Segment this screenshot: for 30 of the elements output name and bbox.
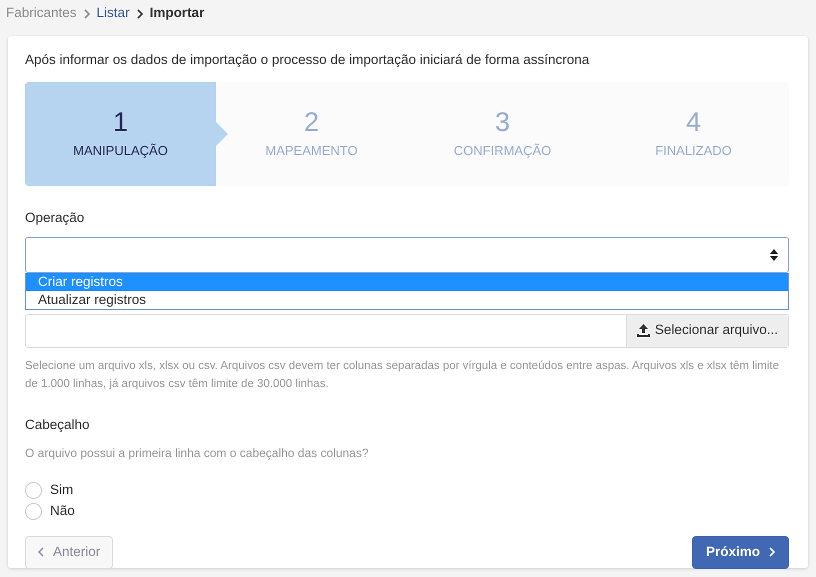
step-number: 4 [686, 108, 702, 138]
step-number: 3 [494, 108, 510, 138]
chevron-left-icon [38, 547, 45, 558]
field-label: Operação [25, 209, 86, 228]
upload-icon [636, 324, 650, 337]
step-label: CONFIRMAÇÃO [454, 142, 552, 160]
operation-select[interactable] [25, 236, 789, 272]
next-button[interactable]: Próximo [692, 536, 789, 569]
file-field[interactable]: Selecionar arquivo... [25, 314, 789, 348]
radio-label[interactable]: Sim [50, 480, 74, 500]
question-text: O arquivo possui a primeira linha com o cabeçalho das colunas? [25, 444, 370, 462]
radio-label[interactable]: Não [50, 500, 75, 522]
select-file-button[interactable]: Selecionar arquivo... [626, 314, 788, 346]
step-label: FINALIZADO [655, 142, 732, 160]
chevron-icon [82, 9, 91, 19]
radio-button[interactable] [25, 502, 42, 520]
field-label: Cabeçalho [25, 416, 91, 434]
help-text: Selecione um arquivo xls, xlsx ou csv. Arquivos csv devem ter colunas separadas por vírgula e conteúdos entre aspas. Arquivos xls e xlsx têm limite de 1.000 linhas, já arquivos csv têm limite de 30.000 linhas. [25, 358, 780, 392]
dropdown-option[interactable]: Atualizar registros [26, 290, 788, 308]
breadcrumb-item: Importar [150, 4, 204, 22]
step-label: MAPEAMENTO [265, 142, 358, 160]
step-number: 2 [304, 108, 320, 138]
breadcrumb-item[interactable]: Listar [96, 3, 130, 24]
chevron-icon [136, 9, 144, 19]
step-label: MANIPULAÇÃO [73, 142, 168, 160]
sort-icon [770, 248, 778, 260]
step-number: 1 [112, 108, 128, 138]
chevron-right-icon [768, 547, 775, 558]
intro-text: Após informar os dados de importação o processo de importação iniciará de forma assíncrona [25, 51, 590, 69]
radio-button[interactable] [25, 482, 42, 499]
